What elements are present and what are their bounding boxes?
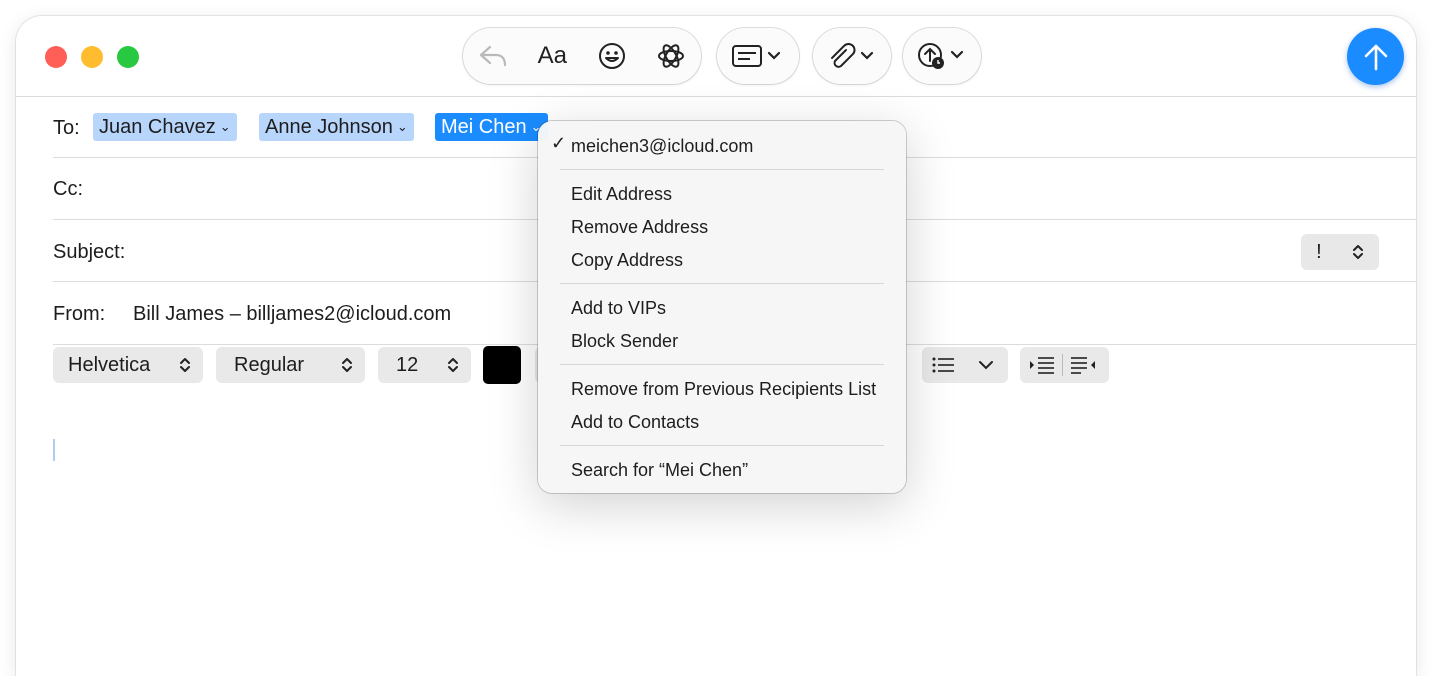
up-down-icon [1352, 245, 1363, 259]
font-size-selector[interactable]: 12 [378, 347, 471, 383]
send-later-button[interactable] [903, 28, 981, 84]
menu-item-copy-address[interactable]: Copy Address [571, 246, 683, 274]
divider [1062, 354, 1063, 376]
menu-separator [560, 283, 884, 284]
send-button[interactable] [1347, 28, 1404, 85]
writing-tools-button[interactable] [646, 34, 696, 78]
menu-item-remove-address[interactable]: Remove Address [571, 213, 708, 241]
to-label: To: [53, 117, 80, 139]
close-button[interactable] [45, 46, 67, 68]
menu-item-address[interactable]: meichen3@icloud.com [571, 132, 753, 160]
cc-label: Cc: [53, 178, 83, 200]
recipient-token[interactable]: Juan Chavez ⌄ [93, 113, 237, 141]
recipient-name: Anne Johnson [265, 116, 393, 138]
menu-separator [560, 445, 884, 446]
recipient-name: Juan Chavez [99, 116, 216, 138]
attachment-button[interactable] [813, 28, 891, 84]
font-family-selector[interactable]: Helvetica [53, 347, 203, 383]
priority-symbol: ! [1316, 240, 1322, 263]
recipient-name: Mei Chen [441, 116, 527, 138]
emoji-icon [598, 43, 625, 69]
checkmark-icon: ✓ [551, 133, 567, 153]
menu-item-block-sender[interactable]: Block Sender [571, 327, 678, 355]
font-weight-selector[interactable]: Regular [216, 347, 365, 383]
subject-label: Subject: [53, 241, 126, 263]
outdent-button[interactable] [1071, 356, 1095, 374]
menu-item-edit-address[interactable]: Edit Address [571, 180, 672, 208]
menu-item-add-to-vips[interactable]: Add to VIPs [571, 294, 666, 322]
from-label: From: [53, 303, 106, 325]
header-fields-button[interactable] [717, 28, 799, 84]
indent-controls [1020, 347, 1109, 383]
menu-item-search-for[interactable]: Search for “Mei Chen” [571, 456, 748, 484]
recipient-context-menu: ✓ meichen3@icloud.com Edit Address Remov… [538, 121, 906, 493]
indent-button[interactable] [1030, 356, 1054, 374]
up-down-icon [342, 358, 352, 372]
reply-icon [479, 45, 506, 67]
zoom-button[interactable] [117, 46, 139, 68]
font-family-value: Helvetica [68, 353, 151, 376]
up-down-icon [180, 358, 190, 372]
font-size-value: 12 [396, 353, 419, 376]
recipient-token-selected[interactable]: Mei Chen ⌄ [435, 113, 548, 141]
recipient-token[interactable]: Anne Johnson ⌄ [259, 113, 414, 141]
menu-item-add-to-contacts[interactable]: Add to Contacts [571, 408, 699, 436]
list-icon [932, 357, 954, 373]
font-weight-value: Regular [234, 353, 305, 376]
indent-icon [1030, 357, 1054, 374]
emoji-button[interactable] [587, 34, 637, 78]
font-icon: Aa [537, 42, 567, 69]
reply-button[interactable] [468, 34, 518, 78]
header-fields-icon [732, 45, 781, 67]
text-color-well[interactable] [483, 346, 521, 384]
send-later-icon [918, 43, 964, 69]
list-style-selector[interactable] [922, 347, 1008, 383]
menu-item-remove-from-recents[interactable]: Remove from Previous Recipients List [571, 375, 876, 403]
chevron-down-icon: ⌄ [396, 119, 408, 134]
chevron-down-icon [979, 361, 993, 370]
send-icon [1364, 44, 1387, 70]
chevron-down-icon: ⌄ [219, 119, 231, 134]
from-account-selector[interactable]: Bill James – billjames2@icloud.com [133, 303, 451, 326]
toolbar: Aa [16, 16, 1416, 97]
format-toolgroup: Aa [463, 28, 701, 84]
menu-separator [560, 169, 884, 170]
up-down-icon [448, 358, 458, 372]
attachment-icon [831, 43, 874, 68]
menu-separator [560, 364, 884, 365]
outdent-icon [1071, 357, 1095, 374]
minimize-button[interactable] [81, 46, 103, 68]
writing-tools-icon [658, 44, 685, 68]
priority-selector[interactable]: ! [1301, 234, 1379, 270]
font-button[interactable]: Aa [527, 34, 577, 78]
